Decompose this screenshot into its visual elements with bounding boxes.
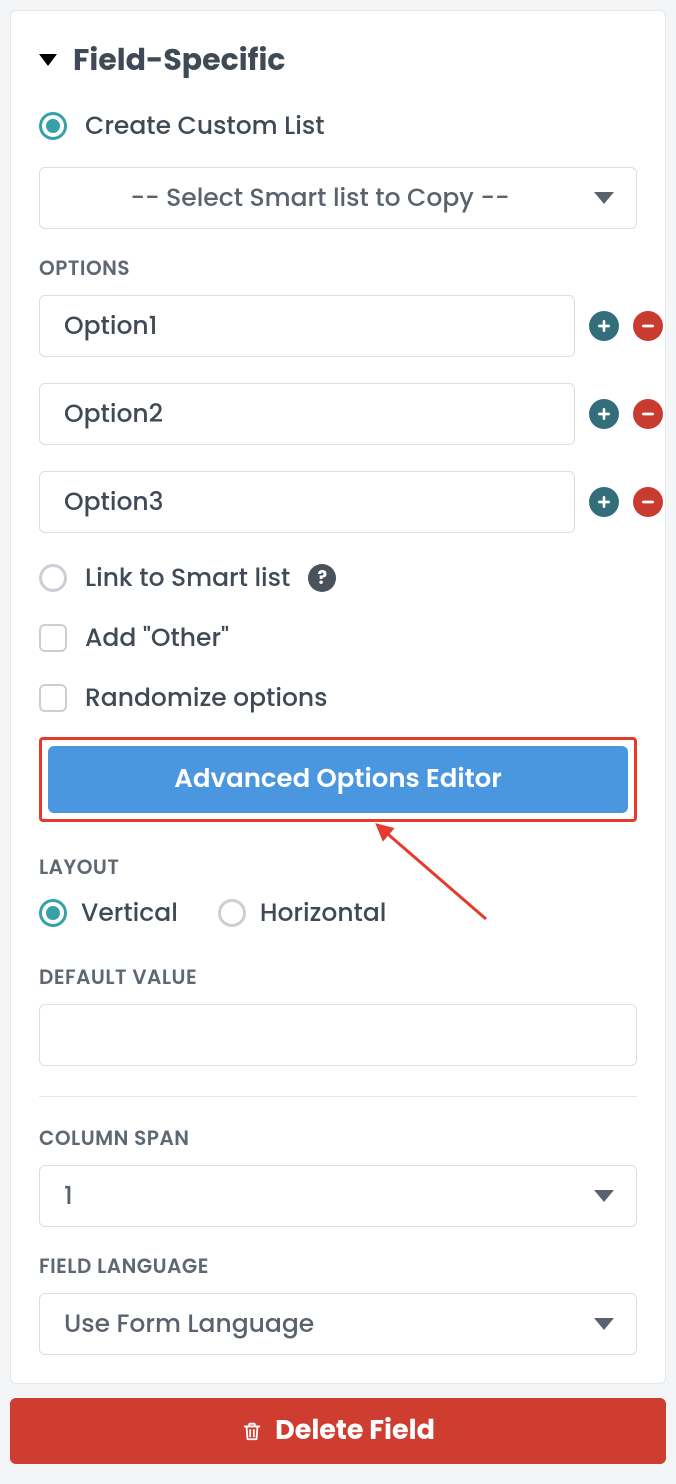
section-title: Field-Specific <box>73 37 285 83</box>
caret-down-icon <box>39 54 57 66</box>
column-span-label: COLUMN SPAN <box>39 1123 637 1153</box>
default-value-input[interactable] <box>39 1004 637 1066</box>
delete-field-button[interactable]: Delete Field <box>10 1398 666 1464</box>
link-smartlist-radio[interactable]: Link to Smart list ? <box>39 559 637 597</box>
create-custom-list-label: Create Custom List <box>85 107 325 145</box>
column-span-value: 1 <box>64 1177 73 1215</box>
radio-selected-icon <box>39 112 67 140</box>
option-row <box>39 383 637 445</box>
option-row <box>39 471 637 533</box>
field-language-label: FIELD LANGUAGE <box>39 1251 637 1281</box>
option-input-3[interactable] <box>39 471 575 533</box>
link-smartlist-label: Link to Smart list <box>85 559 290 597</box>
add-option-button[interactable] <box>589 487 619 517</box>
divider <box>39 1096 637 1097</box>
field-language-select[interactable]: Use Form Language <box>39 1293 637 1355</box>
remove-option-button[interactable] <box>633 487 663 517</box>
option-row <box>39 295 637 357</box>
layout-label: LAYOUT <box>39 852 637 882</box>
create-custom-list-radio[interactable]: Create Custom List <box>39 107 637 145</box>
plus-icon <box>596 318 612 334</box>
layout-horizontal-label: Horizontal <box>260 894 387 932</box>
plus-icon <box>596 494 612 510</box>
checkbox-icon <box>39 684 67 712</box>
radio-unselected-icon <box>39 564 67 592</box>
remove-option-button[interactable] <box>633 399 663 429</box>
layout-vertical-radio[interactable]: Vertical <box>39 894 178 932</box>
randomize-checkbox[interactable]: Randomize options <box>39 679 637 717</box>
minus-icon <box>640 494 656 510</box>
radio-unselected-icon <box>218 899 246 927</box>
trash-icon <box>241 1419 263 1443</box>
smart-list-select-value: -- Select Smart list to Copy -- <box>130 179 509 217</box>
column-span-select[interactable]: 1 <box>39 1165 637 1227</box>
minus-icon <box>640 318 656 334</box>
layout-vertical-label: Vertical <box>81 894 178 932</box>
minus-icon <box>640 406 656 422</box>
radio-selected-icon <box>39 899 67 927</box>
field-language-value: Use Form Language <box>64 1305 314 1343</box>
smart-list-select[interactable]: -- Select Smart list to Copy -- <box>39 167 637 229</box>
default-value-label: DEFAULT VALUE <box>39 962 637 992</box>
advanced-options-editor-button[interactable]: Advanced Options Editor <box>48 746 628 813</box>
plus-icon <box>596 406 612 422</box>
remove-option-button[interactable] <box>633 311 663 341</box>
options-label: OPTIONS <box>39 253 637 283</box>
option-input-1[interactable] <box>39 295 575 357</box>
randomize-label: Randomize options <box>85 679 327 717</box>
highlight-box: Advanced Options Editor <box>39 737 637 822</box>
section-header[interactable]: Field-Specific <box>39 37 637 83</box>
help-icon[interactable]: ? <box>308 564 336 592</box>
layout-horizontal-radio[interactable]: Horizontal <box>218 894 387 932</box>
add-other-checkbox[interactable]: Add "Other" <box>39 619 637 657</box>
add-option-button[interactable] <box>589 311 619 341</box>
checkbox-icon <box>39 624 67 652</box>
option-input-2[interactable] <box>39 383 575 445</box>
delete-field-label: Delete Field <box>275 1411 435 1451</box>
add-other-label: Add "Other" <box>85 619 229 657</box>
add-option-button[interactable] <box>589 399 619 429</box>
